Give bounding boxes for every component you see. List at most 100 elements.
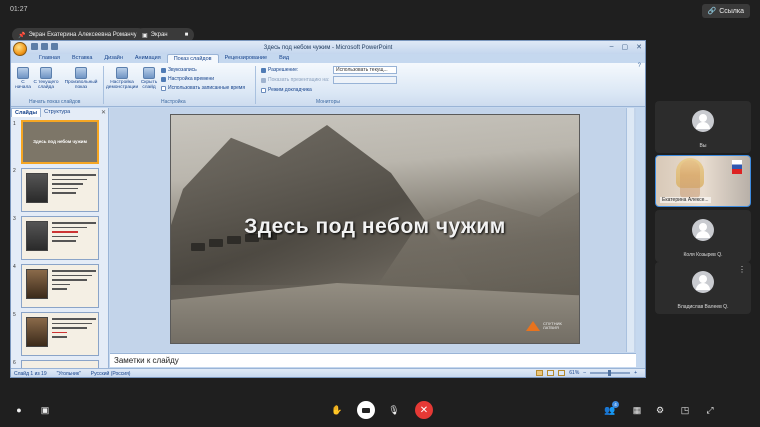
fullscreen-icon[interactable]: ⤢ — [705, 405, 715, 415]
group-start-label: Начать показ слайдов — [29, 99, 81, 105]
link-label: Ссылка — [719, 7, 744, 15]
slide-number: 4 — [13, 264, 16, 270]
undo-icon[interactable] — [41, 43, 48, 50]
close-icon[interactable]: ✕ — [636, 43, 642, 51]
minimize-icon[interactable]: – — [610, 43, 614, 51]
group-monitors-label: Мониторы — [316, 99, 340, 105]
show-on-row: Показать презентацию на: — [261, 77, 329, 83]
save-icon[interactable] — [31, 43, 38, 50]
use-timings-label: Использовать записанные время — [168, 85, 246, 91]
resolution-label-row: Разрешение: — [261, 67, 298, 73]
zoom-level[interactable]: 61% — [569, 370, 579, 376]
slide-editor: Здесь под небом чужим СПУТНИК ЛАТВИЯ — [110, 108, 636, 352]
slide-info: Слайд 1 из 19 — [14, 370, 47, 377]
zoom-out-icon[interactable]: – — [583, 370, 586, 376]
zoom-slider[interactable] — [590, 370, 631, 376]
window-controls: – ▢ ✕ — [610, 43, 642, 51]
hide-slide-label: Скрыть слайд — [140, 80, 158, 90]
rehearse-timings-button[interactable]: Настройка времени — [161, 76, 214, 82]
slide-thumb-6[interactable] — [21, 360, 99, 368]
redo-icon[interactable] — [51, 43, 58, 50]
normal-view-icon[interactable] — [536, 370, 544, 376]
more-options-icon[interactable]: ⋮ — [738, 265, 746, 274]
avatar — [692, 271, 714, 293]
slides-panel-tabs: Слайды Структура — [11, 108, 108, 117]
camera-toggle-button[interactable] — [357, 401, 375, 419]
quick-access-toolbar — [31, 43, 58, 50]
chat-icon[interactable]: ● — [14, 405, 24, 415]
participant-name: Екатерина Алексе... — [660, 197, 711, 203]
record-narration-button[interactable]: Звукозапись — [161, 67, 197, 73]
tab-outline[interactable]: Структура — [41, 108, 73, 117]
close-panel-icon[interactable]: ✕ — [101, 109, 106, 116]
vertical-scrollbar[interactable] — [626, 108, 634, 352]
setup-show-button[interactable]: Настройка демонстрации — [106, 67, 138, 90]
truck-image — [191, 243, 205, 251]
grid-view-icon[interactable]: ▦ — [632, 405, 642, 415]
custom-show-label: Произвольный показ — [64, 80, 98, 90]
microphone-icon[interactable]: 🎙 — [388, 405, 399, 415]
sputnik-logo: СПУТНИК ЛАТВИЯ — [526, 321, 567, 331]
resolution-select[interactable]: Использовать текущ... — [333, 66, 397, 74]
notes-placeholder: Заметки к слайду — [114, 356, 179, 365]
tab-slides[interactable]: Слайды — [11, 108, 42, 117]
thumb-image — [26, 173, 48, 203]
participant-tile[interactable]: Владислав Валеев Q. ⋮ — [655, 262, 751, 314]
slide-title[interactable]: Здесь под небом чужим — [171, 215, 579, 239]
from-current-button[interactable]: С текущего слайда — [33, 67, 59, 90]
pip-icon[interactable]: ◳ — [680, 405, 690, 415]
notes-pane[interactable]: Заметки к слайду — [110, 353, 636, 367]
zoom-in-icon[interactable]: + — [634, 370, 637, 376]
slide-thumb-1[interactable]: Здесь под небом чужим — [21, 120, 99, 164]
presenter-view-label: Режим докладчика — [268, 87, 312, 93]
custom-show-button[interactable]: Произвольный показ — [61, 67, 101, 90]
checkbox-icon — [161, 85, 166, 91]
copy-link-button[interactable]: 🔗 Ссылка — [701, 4, 750, 18]
from-start-button[interactable]: С начала — [14, 67, 32, 90]
custom-show-icon — [75, 67, 87, 79]
sorter-view-icon[interactable] — [547, 370, 555, 376]
monitor-icon — [261, 67, 266, 73]
ribbon-separator — [255, 66, 256, 104]
maximize-icon[interactable]: ▢ — [622, 43, 629, 51]
hide-slide-icon — [143, 67, 155, 79]
office-button[interactable] — [13, 42, 27, 56]
powerpoint-window: Здесь под небом чужим - Microsoft PowerP… — [10, 40, 646, 378]
avatar — [692, 219, 714, 241]
resolution-label: Разрешение: — [268, 67, 299, 73]
raise-hand-icon[interactable]: ✋ — [331, 405, 342, 415]
pin-icon: 📌 — [18, 32, 26, 39]
show-on-label: Показать презентацию на: — [268, 77, 330, 83]
use-timings-checkbox[interactable]: Использовать записанные время — [161, 85, 245, 91]
end-call-button[interactable]: ✕ — [415, 401, 433, 419]
help-icon[interactable]: ? — [638, 63, 641, 69]
current-slide[interactable]: Здесь под небом чужим СПУТНИК ЛАТВИЯ — [170, 114, 580, 344]
slide-number: 2 — [13, 168, 16, 174]
ppt-titlebar: Здесь под небом чужим - Microsoft PowerP… — [11, 41, 645, 54]
slide-thumb-2[interactable] — [21, 168, 99, 212]
thumb-image — [26, 269, 48, 299]
slide-thumb-5[interactable] — [21, 312, 99, 356]
flag-image — [732, 160, 742, 174]
share-screen-icon[interactable]: ▣ — [40, 405, 50, 415]
settings-icon[interactable]: ⚙ — [655, 405, 665, 415]
participant-video-tile[interactable]: Екатерина Алексе... — [655, 155, 751, 207]
participant-tile[interactable]: Коля Козырев Q. — [655, 210, 751, 262]
participant-tile[interactable]: Вы — [655, 101, 751, 153]
microphone-icon — [161, 67, 166, 73]
theme-name: "Угольник" — [56, 370, 81, 377]
slide-number: 5 — [13, 312, 16, 318]
language[interactable]: Русский (Россия) — [91, 371, 131, 377]
presenter-view-checkbox[interactable]: Режим докладчика — [261, 87, 312, 93]
screen-icon: ▣ — [142, 32, 148, 39]
clock: 01:27 — [10, 6, 28, 13]
slide-thumb-4[interactable] — [21, 264, 99, 308]
participant-name: Вы — [699, 143, 707, 149]
slide-thumb-3[interactable] — [21, 216, 99, 260]
ribbon-separator — [103, 66, 104, 104]
thumb-title: Здесь под небом чужим — [33, 139, 87, 144]
show-on-select[interactable] — [333, 76, 397, 84]
hide-slide-button[interactable]: Скрыть слайд — [139, 67, 159, 90]
slideshow-view-icon[interactable] — [558, 370, 566, 376]
link-icon: 🔗 — [707, 8, 717, 15]
